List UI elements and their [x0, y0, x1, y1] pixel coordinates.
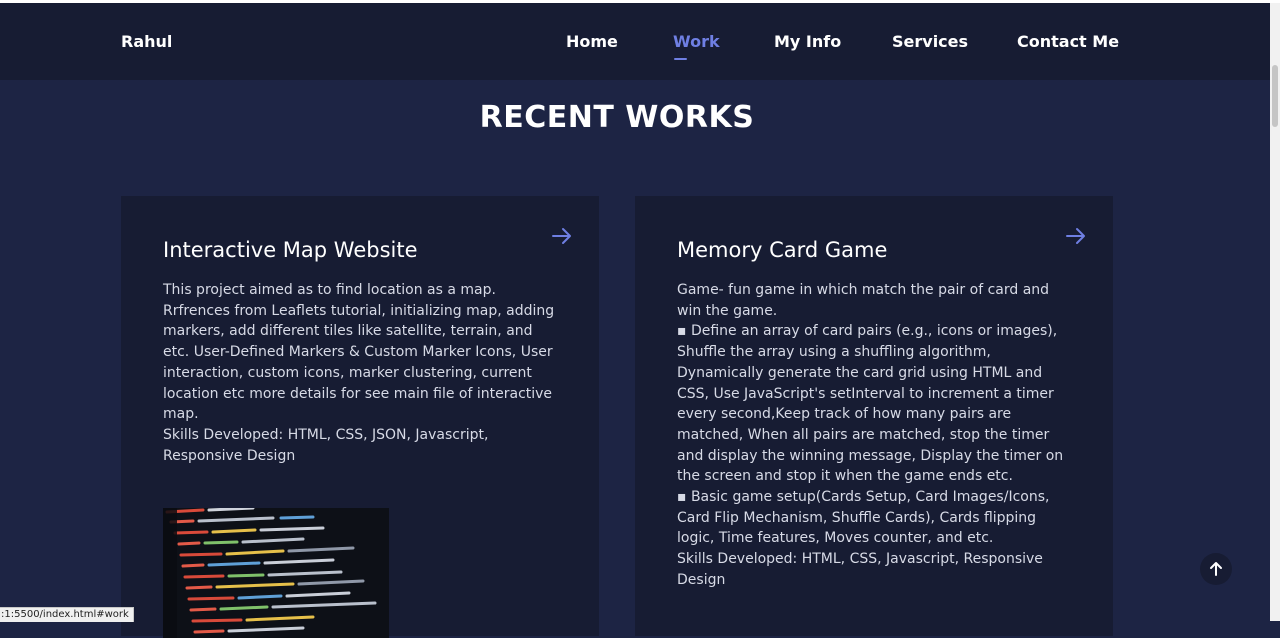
card-paragraph: Game- fun game in which match the pair o… [677, 282, 1050, 319]
card-description: Game- fun game in which match the pair o… [677, 280, 1073, 591]
section-title: RECENT WORKS [479, 100, 755, 135]
status-bar-url: :1:5500/index.html#work [0, 607, 134, 622]
nav-services[interactable]: Services [892, 32, 968, 51]
work-card-memory-game: Memory Card Game Game- fun game in which… [635, 196, 1113, 636]
navbar: Rahul Home Work My Info Services Contact… [0, 3, 1270, 80]
nav-home[interactable]: Home [566, 32, 618, 51]
card-paragraph: This project aimed as to find location a… [163, 282, 555, 423]
card-title: Interactive Map Website [163, 238, 418, 262]
work-card-interactive-map: Interactive Map Website This project aim… [121, 196, 599, 638]
nav-active-indicator [674, 58, 687, 60]
arrow-right-icon[interactable] [550, 224, 574, 248]
nav-contact-me[interactable]: Contact Me [1017, 32, 1119, 51]
card-paragraph: ▪ Define an array of card pairs (e.g., i… [677, 323, 1064, 485]
card-skills: Skills Developed: HTML, CSS, JSON, Javas… [163, 426, 489, 464]
code-screenshot-graphic [163, 508, 389, 638]
card-paragraph: ▪ Basic game setup(Cards Setup, Card Ima… [677, 489, 1050, 547]
scroll-to-top-button[interactable] [1200, 553, 1232, 585]
scrollbar-thumb[interactable] [1272, 65, 1278, 127]
card-description: This project aimed as to find location a… [163, 280, 559, 466]
card-title: Memory Card Game [677, 238, 888, 262]
project-code-image [163, 508, 389, 638]
card-skills: Skills Developed: HTML, CSS, Javascript,… [677, 551, 1043, 588]
arrow-up-icon [1210, 562, 1222, 576]
brand-logo[interactable]: Rahul [121, 32, 172, 51]
nav-my-info[interactable]: My Info [774, 32, 841, 51]
nav-work[interactable]: Work [673, 32, 720, 51]
arrow-right-icon[interactable] [1064, 224, 1088, 248]
